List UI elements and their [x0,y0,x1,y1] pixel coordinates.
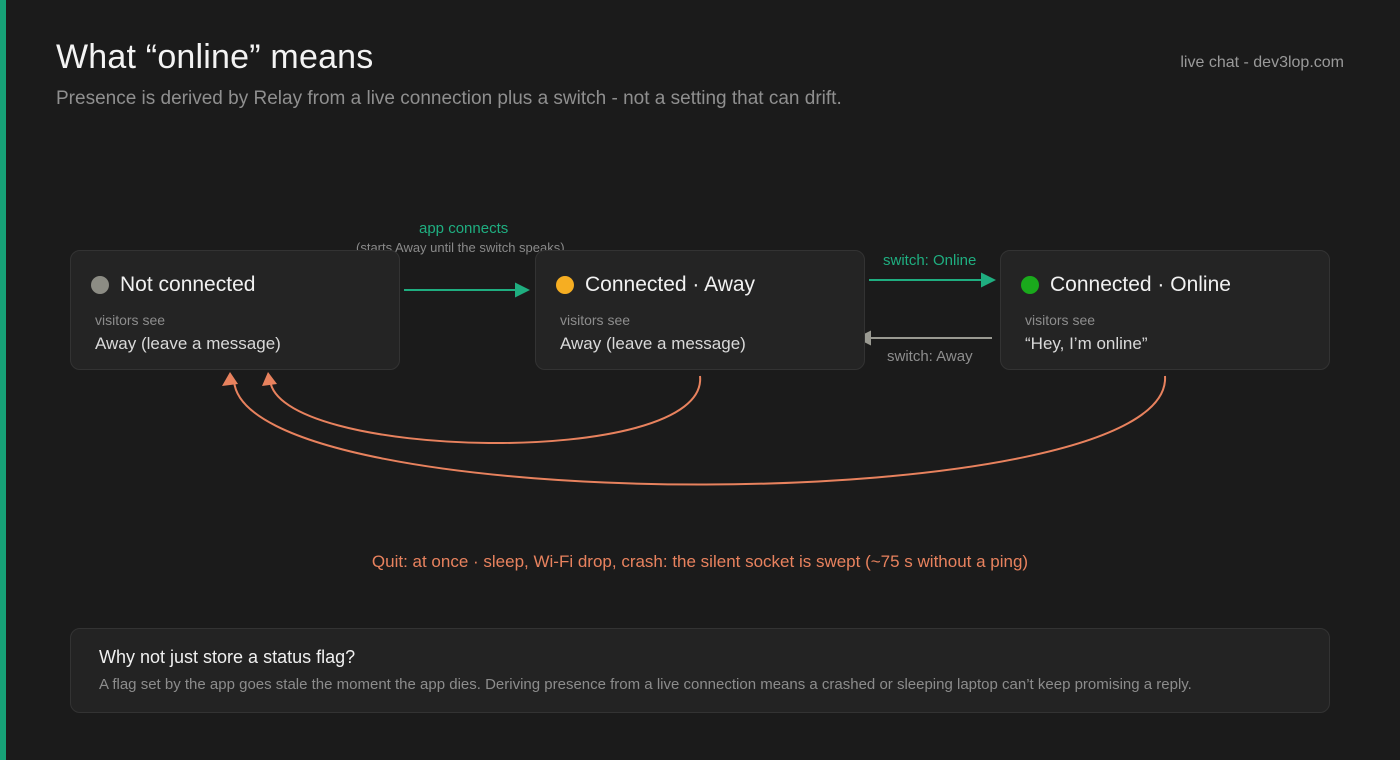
status-dot-icon [1021,276,1039,294]
info-title: Why not just store a status flag? [99,647,356,667]
state-connected-away: Connected · Away visitors see Away (leav… [535,250,865,370]
state-not-connected: Not connected visitors see Away (leave a… [70,250,400,370]
info-body: A flag set by the app goes stale the mom… [99,676,1192,693]
state-name: Not connected [120,273,256,296]
visitors-text: “Hey, I’m online” [1025,334,1148,353]
status-dot-icon [556,276,574,294]
visitors-label: visitors see [560,312,631,328]
label-app-connects: app connects [419,220,509,237]
arrow-online-disconnect [233,375,1167,486]
arrow-online-disconnect-head [222,372,238,386]
visitors-text: Away (leave a message) [560,334,746,353]
state-name: Connected · Away [585,273,756,296]
info-callout: Why not just store a status flag? A flag… [70,628,1330,713]
label-switch-away: switch: Away [887,348,973,365]
visitors-label: visitors see [1025,312,1096,328]
arrow-switch-online-head [981,272,996,288]
arrow-away-disconnect-head [262,372,277,386]
arrow-app-connects-head [515,282,530,298]
arrow-away-disconnect [269,375,702,445]
visitors-label: visitors see [95,312,166,328]
state-name: Connected · Online [1050,273,1231,296]
disconnect-note: Quit: at once · sleep, Wi-Fi drop, crash… [371,552,1029,571]
state-connected-online: Connected · Online visitors see “Hey, I’… [1000,250,1330,370]
visitors-text: Away (leave a message) [95,334,281,353]
label-switch-online: switch: Online [883,252,977,269]
status-dot-icon [91,276,109,294]
